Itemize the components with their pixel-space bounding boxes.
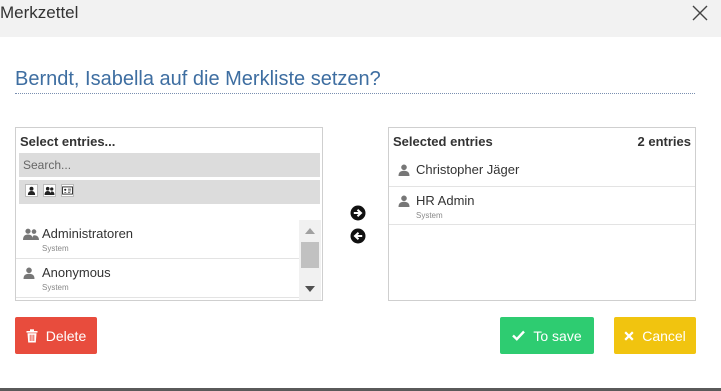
available-entries-heading: Select entries... — [20, 134, 116, 149]
entry-name: Administratoren — [42, 226, 134, 241]
filter-user-icon[interactable] — [25, 184, 38, 197]
dialog-title: Merkzettel — [0, 3, 79, 22]
search-input[interactable] — [19, 153, 320, 177]
x-icon — [624, 330, 634, 341]
available-entries-panel: Select entries... Administratoren System… — [15, 127, 323, 301]
user-icon — [23, 266, 35, 284]
selected-item[interactable]: HR Admin System — [389, 187, 695, 225]
list-scrollbar[interactable] — [299, 220, 321, 300]
arrow-right-circle-icon — [350, 205, 366, 225]
close-icon[interactable] — [691, 4, 709, 22]
entry-type: System — [42, 283, 69, 292]
filter-bar — [19, 180, 320, 204]
delete-label: Delete — [45, 327, 87, 344]
remove-selection-button[interactable] — [350, 228, 366, 244]
cancel-label: Cancel — [642, 327, 686, 344]
check-icon — [512, 330, 526, 341]
selected-entries-panel: Selected entries 2 entries Christopher J… — [388, 127, 696, 301]
scroll-up-icon[interactable] — [305, 228, 315, 234]
save-label: To save — [533, 327, 582, 344]
entry-type: System — [42, 244, 69, 253]
entries-count: 2 entries — [637, 134, 691, 149]
scroll-down-icon[interactable] — [305, 286, 315, 292]
list-item[interactable]: Administratoren System — [16, 219, 306, 259]
add-selection-button[interactable] — [350, 205, 366, 221]
entry-type: System — [416, 211, 443, 220]
users-icon — [23, 227, 39, 245]
scroll-thumb[interactable] — [301, 242, 319, 268]
save-button[interactable]: To save — [500, 317, 594, 354]
entry-name: Christopher Jäger — [416, 162, 520, 177]
arrow-left-circle-icon — [350, 228, 366, 248]
confirmation-question: Berndt, Isabella auf die Merkliste setze… — [15, 68, 381, 90]
divider — [15, 93, 695, 94]
entry-name: Anonymous — [42, 265, 111, 280]
cancel-button[interactable]: Cancel — [614, 317, 696, 354]
filter-id-card-icon[interactable] — [61, 184, 74, 197]
user-icon — [398, 194, 410, 212]
delete-button[interactable]: Delete — [15, 317, 97, 354]
selected-item[interactable]: Christopher Jäger — [389, 156, 695, 187]
selected-entries-heading: Selected entries — [393, 134, 493, 149]
user-icon — [398, 163, 410, 181]
list-item[interactable]: Anonymous System — [16, 258, 306, 298]
filter-users-icon[interactable] — [43, 184, 56, 197]
entry-name: HR Admin — [416, 193, 475, 208]
trash-icon — [26, 328, 38, 343]
dialog-titlebar: Merkzettel — [0, 0, 721, 37]
